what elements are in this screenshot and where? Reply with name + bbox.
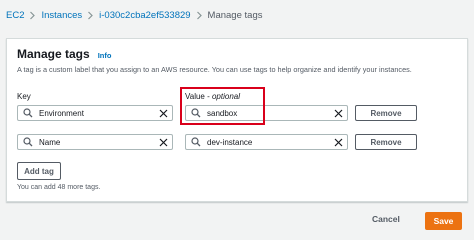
chevron-right-icon <box>87 11 94 20</box>
remaining-tags-text: You can add 48 more tags. <box>17 184 101 191</box>
chevron-right-icon <box>29 11 36 20</box>
clear-icon[interactable] <box>334 109 343 118</box>
search-icon <box>23 108 33 118</box>
tag-key-value: Name <box>39 137 61 147</box>
highlight-box <box>180 87 265 125</box>
key-column-label: Key <box>17 92 31 101</box>
panel-description: A tag is a custom label that you assign … <box>17 65 412 74</box>
panel-title: Manage tags <box>17 47 90 61</box>
chevron-right-icon <box>196 11 203 20</box>
tag-value-input[interactable]: dev-instance <box>185 134 348 150</box>
remove-tag-button[interactable]: Remove <box>355 134 417 150</box>
clear-icon[interactable] <box>159 109 168 118</box>
tag-value-value: dev-instance <box>207 137 253 147</box>
breadcrumb-current-page: Manage tags <box>207 9 263 21</box>
tag-key-input[interactable]: Name <box>17 134 173 150</box>
breadcrumb-instance-id-link[interactable]: i-030c2cba2ef533829 <box>99 10 190 21</box>
search-icon <box>23 137 33 147</box>
save-button[interactable]: Save <box>425 212 462 230</box>
cancel-button[interactable]: Cancel <box>372 214 400 224</box>
tag-key-input[interactable]: Environment <box>17 105 173 121</box>
info-link[interactable]: Info <box>98 51 112 60</box>
clear-icon[interactable] <box>159 138 168 147</box>
tag-key-value: Environment <box>39 108 84 118</box>
add-tag-button[interactable]: Add tag <box>17 162 61 180</box>
breadcrumb-instances-link[interactable]: Instances <box>41 10 82 21</box>
panel-header: Manage tags Info <box>17 47 111 61</box>
remove-tag-button[interactable]: Remove <box>355 105 417 121</box>
clear-icon[interactable] <box>334 138 343 147</box>
breadcrumb: EC2 Instances i-030c2cba2ef533829 Manage… <box>6 8 262 22</box>
breadcrumb-ec2-link[interactable]: EC2 <box>6 10 24 21</box>
search-icon <box>191 137 201 147</box>
